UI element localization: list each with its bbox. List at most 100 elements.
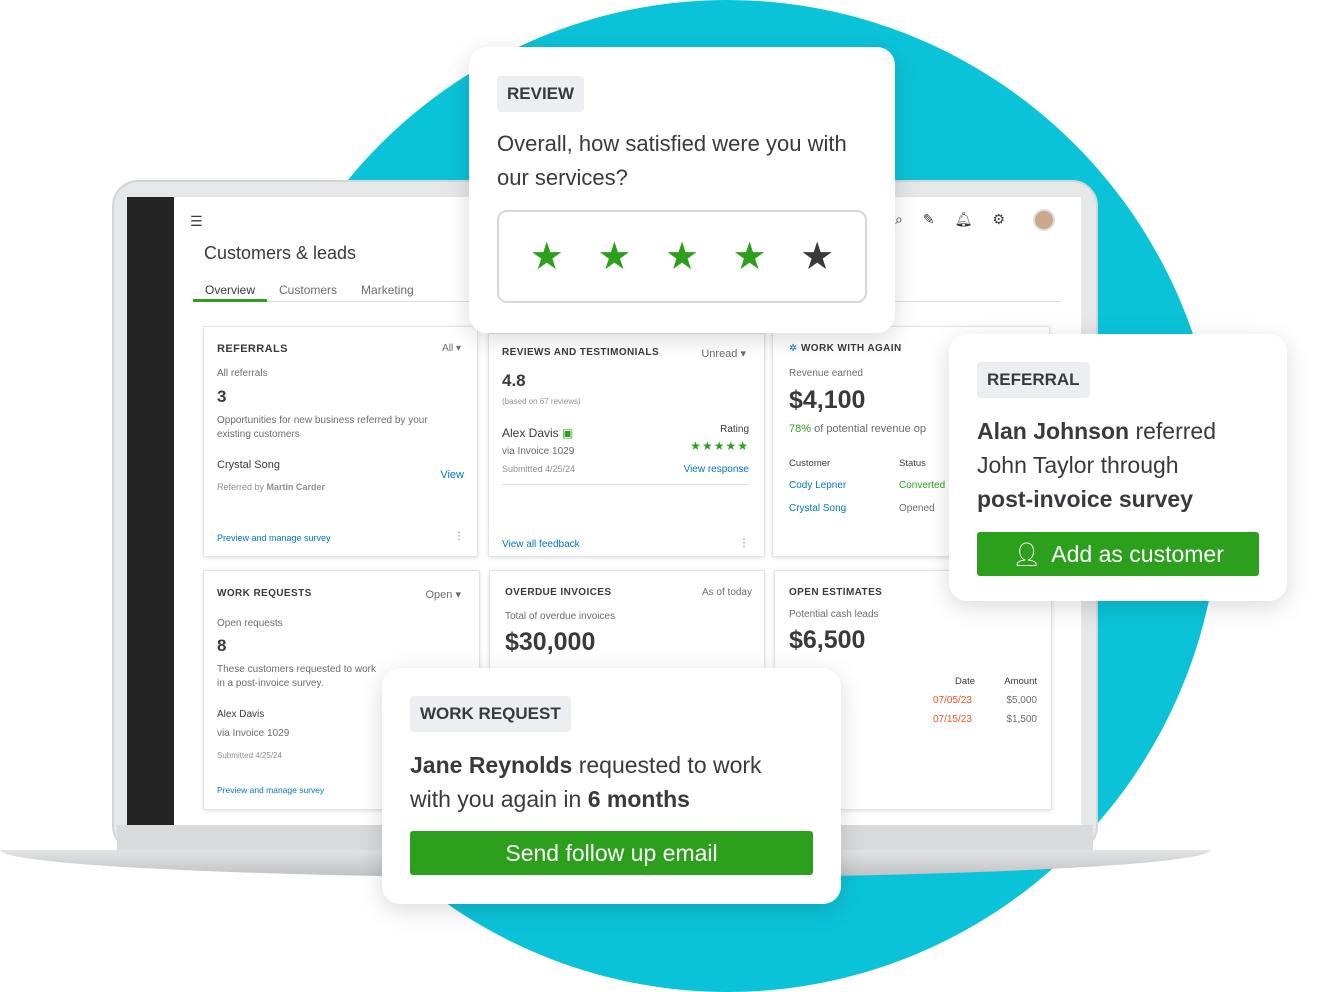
percent: 78% xyxy=(789,423,812,435)
search-icon[interactable]: ⌕ xyxy=(895,211,903,228)
question: Overall, how satisfied were you with our… xyxy=(497,131,847,190)
add-as-customer-button[interactable]: 👤︎ Add as customer xyxy=(977,532,1259,576)
popup-tag: REVIEW xyxy=(497,76,585,112)
revenue-amount: $4,100 xyxy=(789,386,866,414)
preview-survey-link[interactable]: Preview and manage survey xyxy=(217,785,324,795)
more-icon[interactable]: ⋮ xyxy=(739,538,749,549)
work-request-popup: WORK REQUEST Jane Reynolds requested to … xyxy=(382,668,841,904)
invoice: via Invoice 1029 xyxy=(217,728,290,739)
star-icon: ★ xyxy=(725,439,738,453)
referred-by: Referred by Martin Carder xyxy=(217,482,325,492)
label: All referrals xyxy=(217,368,268,379)
referrals-filter[interactable]: All ▾ xyxy=(442,343,461,354)
date: 07/15/23 xyxy=(933,714,972,725)
rating-label: Rating xyxy=(720,424,749,435)
star-icon: ★ xyxy=(690,439,702,453)
customer-name: Alex Davis xyxy=(217,709,265,720)
as-of: As of today xyxy=(701,587,752,598)
invoice: via Invoice 1029 xyxy=(502,446,575,457)
app-sidebar xyxy=(127,197,174,825)
tab-customers[interactable]: Customers xyxy=(267,283,349,301)
referrer: Martin Carder xyxy=(266,482,326,492)
star-filled-icon[interactable]: ★ xyxy=(665,238,699,276)
referrals-card: REFERRALS All ▾ All referrals 3 Opportun… xyxy=(203,326,478,557)
filter-value: Unread xyxy=(701,348,738,360)
label: Open requests xyxy=(217,618,283,629)
label: Potential cash leads xyxy=(789,609,879,620)
col-amount: Amount xyxy=(1004,676,1037,687)
customer-name: Jane Reynolds xyxy=(410,752,573,778)
tab-overview[interactable]: Overview xyxy=(193,283,268,302)
description: These customers requested to work xyxy=(217,664,376,675)
customer-link[interactable]: Crystal Song xyxy=(789,503,846,514)
reviewer: Alex Davis ▣ xyxy=(502,426,573,440)
percent-text: of potential revenue op xyxy=(811,423,927,435)
amount: $5,000 xyxy=(1006,695,1037,706)
customer-link[interactable]: Cody Lepner xyxy=(789,480,846,491)
status: Opened xyxy=(899,503,935,514)
star-icon[interactable]: ★ xyxy=(800,238,834,276)
col-customer: Customer xyxy=(789,458,831,469)
referral-popup: REFERRAL Alan Johnson referred John Tayl… xyxy=(949,334,1287,601)
star-filled-icon[interactable]: ★ xyxy=(733,238,767,276)
overdue-card: OVERDUE INVOICES As of today Total of ov… xyxy=(489,570,765,670)
avatar[interactable] xyxy=(1033,209,1055,231)
label: Revenue earned xyxy=(789,368,863,379)
source: post-invoice survey xyxy=(977,486,1194,512)
divider xyxy=(502,484,749,485)
popup-tag: WORK REQUEST xyxy=(410,696,571,732)
review-count: (based on 67 reviews) xyxy=(502,397,581,406)
description: Opportunities for new business referred … xyxy=(217,415,428,440)
star-filled-icon[interactable]: ★ xyxy=(597,238,631,276)
card-title: OPEN ESTIMATES xyxy=(789,587,883,598)
filter-value: All xyxy=(442,343,454,354)
date: 07/05/23 xyxy=(933,695,972,706)
page-title: Customers & leads xyxy=(204,243,357,263)
preview-survey-link[interactable]: Preview and manage survey xyxy=(217,533,331,543)
period: 6 months xyxy=(587,786,690,812)
referral-message: Alan Johnson referred John Taylor throug… xyxy=(977,414,1237,516)
add-user-icon: 👤︎ xyxy=(1012,540,1042,567)
menu-icon[interactable]: ☰ xyxy=(190,213,203,230)
work-request-message: Jane Reynolds requested to work with you… xyxy=(410,748,790,816)
more-icon[interactable]: ⋮ xyxy=(454,531,464,542)
col-status: Status xyxy=(899,458,926,469)
view-response-link[interactable]: View response xyxy=(684,464,749,475)
requests-filter[interactable]: Open ▾ xyxy=(426,588,462,601)
rating-stars: ★★★★★ xyxy=(690,439,749,453)
top-icons: ⌕ ✎ 🔔︎ ⚙ xyxy=(895,211,1005,228)
send-follow-up-button[interactable]: Send follow up email xyxy=(410,831,813,875)
review-score: 4.8 xyxy=(502,371,526,390)
star-filled-icon[interactable]: ★ xyxy=(530,238,564,276)
reviewer-name: Alex Davis xyxy=(502,426,559,440)
edit-icon[interactable]: ✎ xyxy=(923,211,935,228)
request-count: 8 xyxy=(217,636,227,655)
card-title: WORK REQUESTS xyxy=(217,588,312,599)
card-title: REVIEWS AND TESTIMONIALS xyxy=(502,347,660,358)
star-rating[interactable]: ★ ★ ★ ★ ★ xyxy=(497,210,867,303)
view-link[interactable]: View xyxy=(440,469,464,481)
label: Total of overdue invoices xyxy=(505,611,616,622)
customer-name: Crystal Song xyxy=(217,459,280,471)
review-popup: REVIEW Overall, how satisfied were you w… xyxy=(469,47,895,333)
button-label: Add as customer xyxy=(1051,540,1224,567)
view-all-feedback-link[interactable]: View all feedback xyxy=(502,539,580,550)
submitted: Submitted 4/25/24 xyxy=(502,464,576,474)
star-icon: ★ xyxy=(701,439,714,453)
bell-icon[interactable]: 🔔︎ xyxy=(955,211,973,228)
star-icon: ★ xyxy=(737,439,749,453)
description: in a post-invoice survey. xyxy=(217,678,324,689)
overdue-amount: $30,000 xyxy=(505,628,596,656)
card-title: REFERRALS xyxy=(217,343,288,355)
filter-value: Open xyxy=(425,589,453,601)
reviews-filter[interactable]: Unread ▾ xyxy=(701,347,746,360)
submitted: Submitted 4/25/24 xyxy=(217,751,282,760)
sparkle-icon: ✲ xyxy=(789,343,798,354)
card-title: OVERDUE INVOICES xyxy=(505,587,612,598)
popup-tag: REFERRAL xyxy=(977,362,1090,398)
card-title: WORK WITH AGAIN xyxy=(800,343,902,354)
gear-icon[interactable]: ⚙ xyxy=(992,211,1005,228)
referrer: Alan Johnson xyxy=(977,418,1130,444)
amount: $1,500 xyxy=(1006,714,1037,725)
tab-marketing[interactable]: Marketing xyxy=(349,283,426,301)
